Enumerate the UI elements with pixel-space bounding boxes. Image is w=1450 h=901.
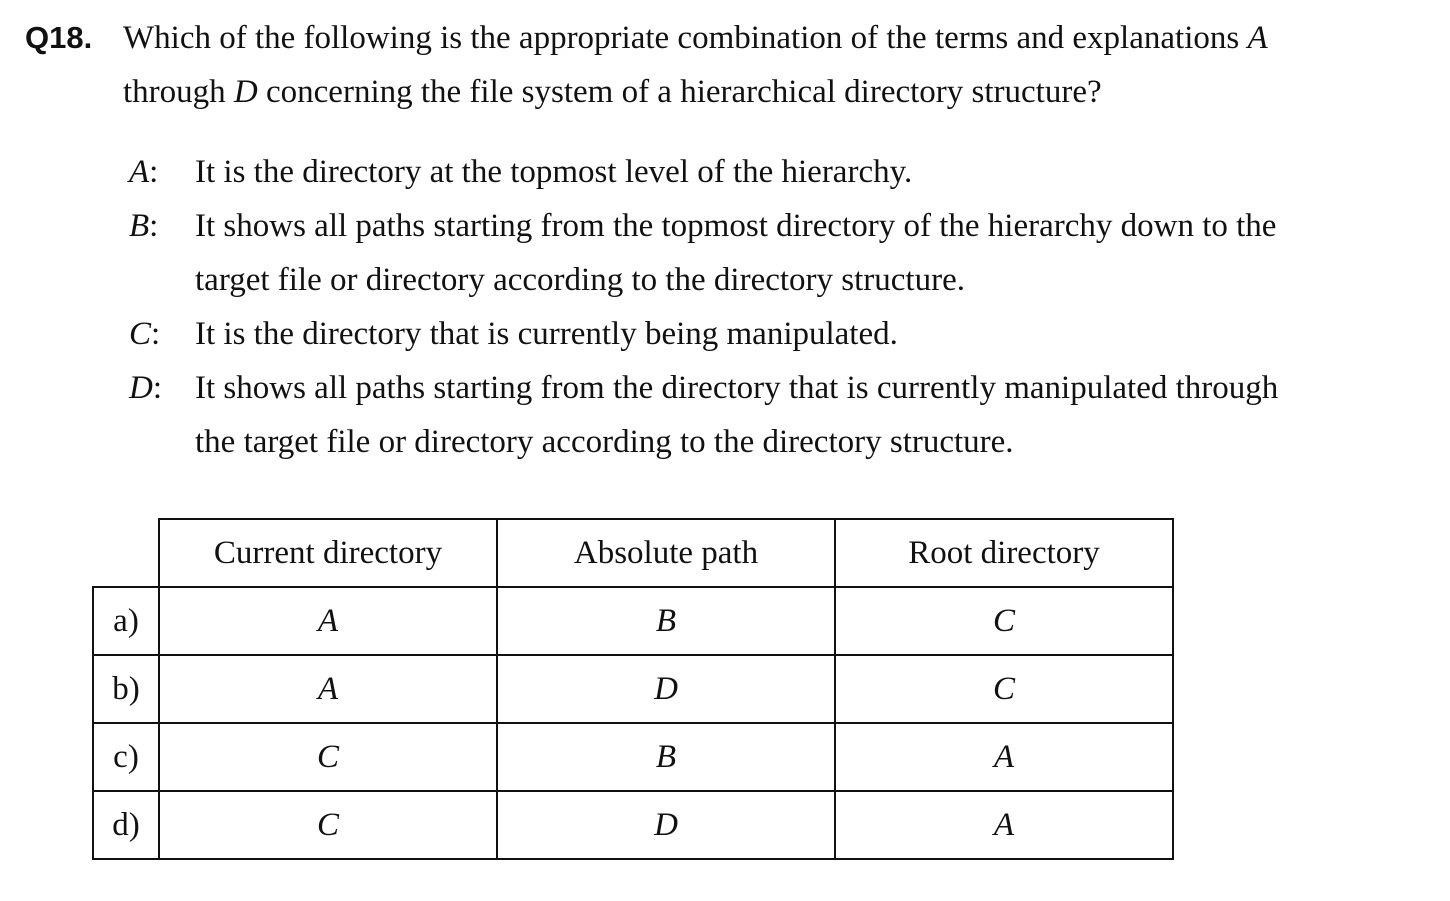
table-row: a) A B C (92, 586, 1174, 656)
table-cell: C (158, 722, 498, 792)
table-cell: B (496, 722, 836, 792)
question-number: Q18. (25, 20, 93, 55)
answer-table: Current directory Absolute path Root dir… (92, 518, 1174, 860)
header-current-directory: Current directory (158, 518, 498, 588)
table-cell: B (496, 586, 836, 656)
option-d-text: It shows all paths starting from the dir… (195, 370, 1279, 406)
option-c-label: C: (129, 316, 161, 352)
table-cell: A (834, 790, 1174, 860)
table-cell: A (834, 722, 1174, 792)
question-stem-line-2: through D concerning the file system of … (123, 72, 1102, 112)
answer-choice-label[interactable]: b) (92, 654, 160, 724)
table-cell: D (496, 654, 836, 724)
option-letter: C (129, 316, 152, 352)
question-stem-variable: A (1247, 20, 1268, 56)
question-stem-text: concerning the file system of a hierarch… (257, 74, 1102, 110)
option-b-text: It shows all paths starting from the top… (195, 208, 1277, 244)
option-letter: B (129, 208, 150, 244)
table-row: c) C B A (92, 722, 1174, 792)
option-letter: A (129, 154, 150, 190)
table-corner (93, 519, 160, 588)
table-cell: C (158, 790, 498, 860)
header-root-directory: Root directory (834, 518, 1174, 588)
option-d-label: D: (129, 370, 163, 406)
option-b-text: target file or directory according to th… (195, 262, 965, 298)
answer-choice-label[interactable]: d) (92, 790, 160, 860)
option-b-label: B: (129, 208, 159, 244)
option-d-text: the target file or directory according t… (195, 424, 1014, 460)
table-cell: A (158, 654, 498, 724)
table-row: d) C D A (92, 790, 1174, 860)
header-absolute-path: Absolute path (496, 518, 836, 588)
table-cell: A (158, 586, 498, 656)
answer-choice-label[interactable]: a) (92, 586, 160, 656)
option-a-label: A: (129, 154, 159, 190)
table-cell: C (834, 586, 1174, 656)
table-cell: C (834, 654, 1174, 724)
question-stem-text: through (123, 74, 234, 110)
option-a-text: It is the directory at the topmost level… (195, 154, 913, 190)
option-c-text: It is the directory that is currently be… (195, 316, 898, 352)
table-row: b) A D C (92, 654, 1174, 724)
table-cell: D (496, 790, 836, 860)
question-stem-variable: D (233, 74, 258, 110)
option-letter: D (129, 370, 153, 406)
question-stem-line-1: Which of the following is the appropriat… (123, 18, 1268, 58)
question-stem-text: Which of the following is the appropriat… (123, 20, 1248, 56)
table-header-row: Current directory Absolute path Root dir… (93, 518, 1174, 588)
answer-choice-label[interactable]: c) (92, 722, 160, 792)
